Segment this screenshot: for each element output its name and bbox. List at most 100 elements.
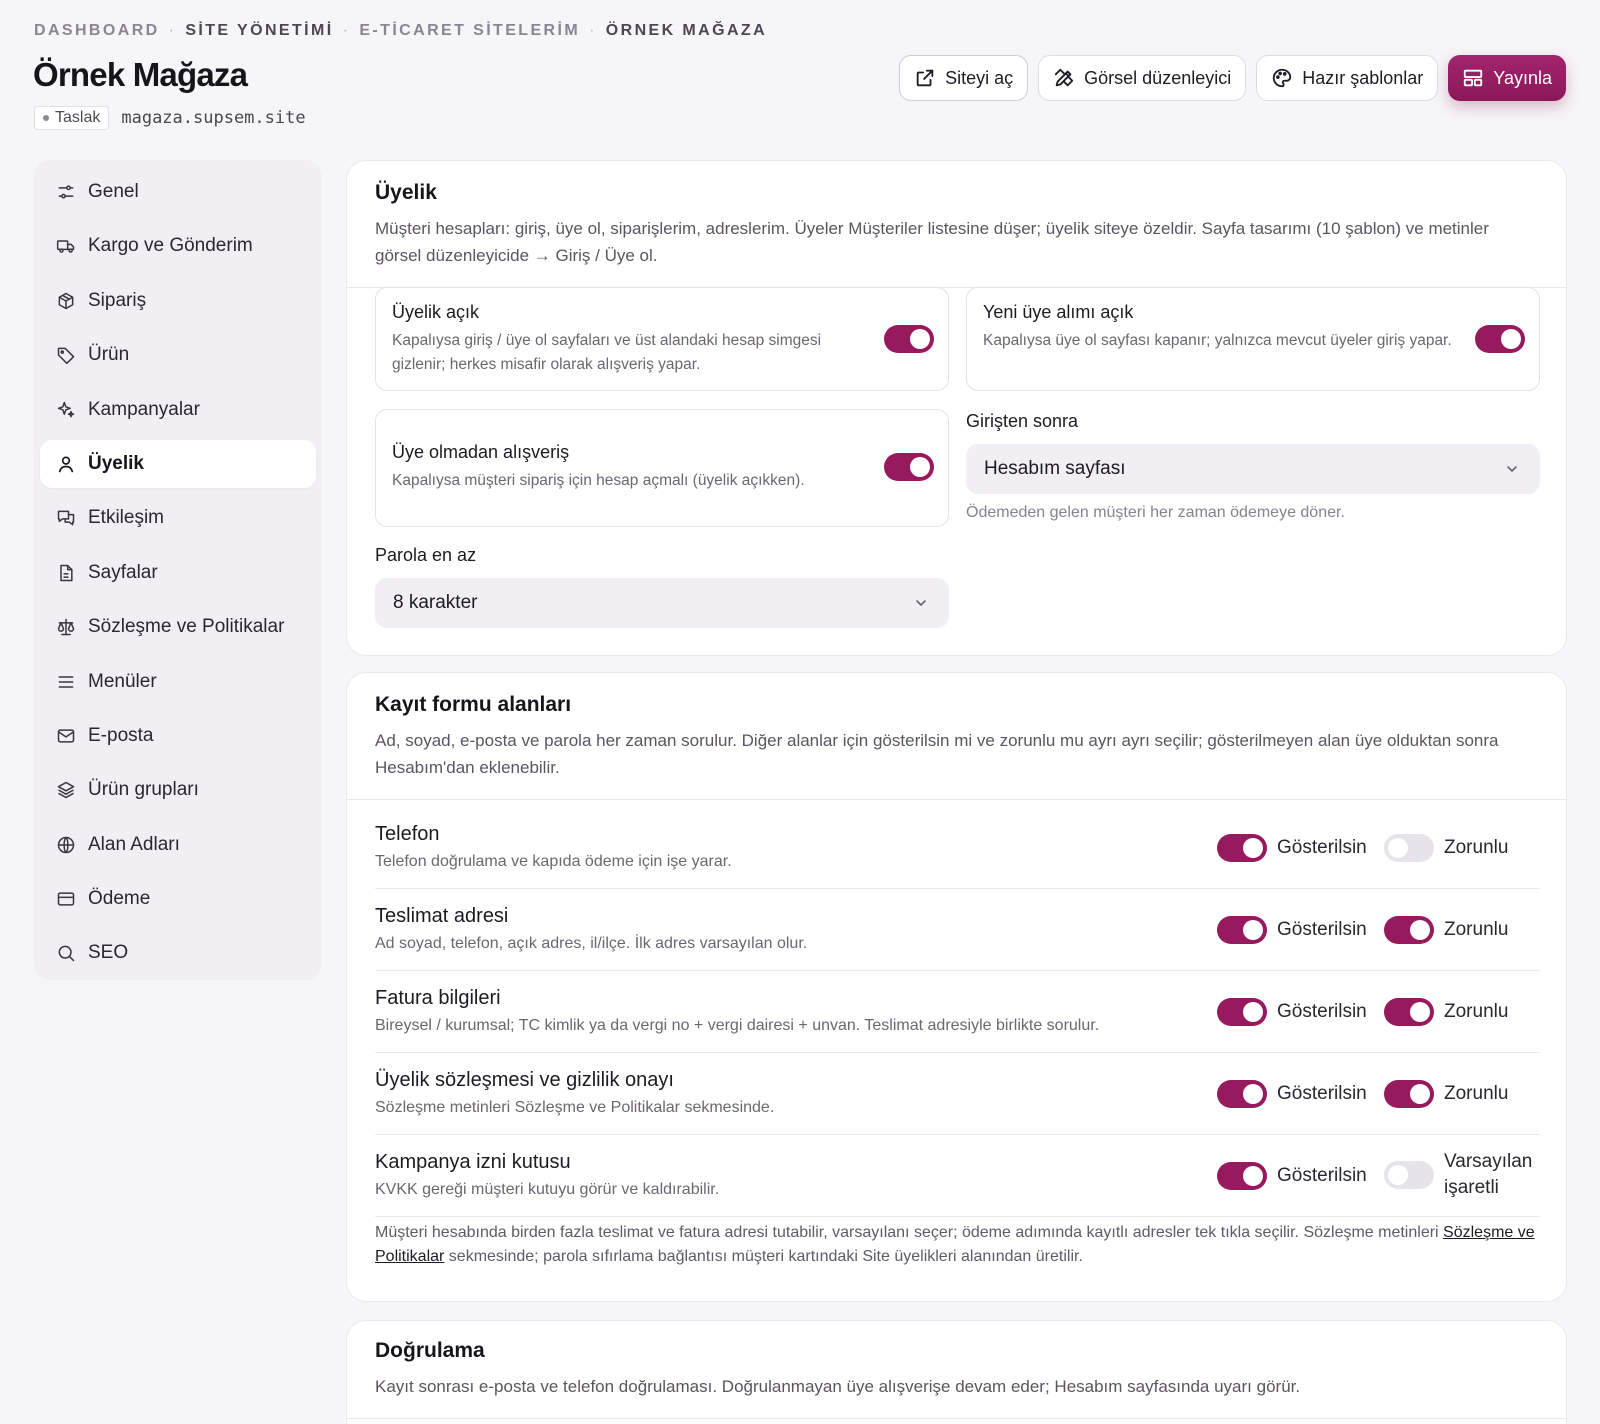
chat-icon [57, 510, 75, 526]
reg-row-teslimat: Teslimat adresi Ad soyad, telefon, açık … [375, 889, 1540, 971]
reg-row-title: Telefon [375, 823, 440, 845]
sidebar-item-eposta[interactable]: E-posta [40, 712, 316, 760]
select-value: 8 karakter [393, 592, 478, 613]
status-dot-icon [43, 115, 49, 121]
sidebar-item-menuler[interactable]: Menüler [40, 658, 316, 706]
toggle-knob [1410, 920, 1430, 940]
reg-row-fatura: Fatura bilgileri Bireysel / kurumsal; TC… [375, 971, 1540, 1053]
breadcrumb-separator: · [342, 22, 351, 39]
registration-description: Ad, soyad, e-posta ve parola her zaman s… [375, 731, 1499, 777]
toggle-knob [1243, 1084, 1263, 1104]
sidebar-item-label: Kargo ve Gönderim [88, 235, 253, 257]
breadcrumb-dashboard[interactable]: DASHBOARD [34, 22, 160, 40]
option-title: Yeni üye alımı açık [983, 302, 1134, 322]
sidebar-item-genel[interactable]: Genel [40, 168, 316, 216]
page-title: Örnek Mağaza [33, 56, 248, 93]
sidebar-item-label: Kampanyalar [88, 398, 200, 420]
reg-row-description: Bireysel / kurumsal; TC kimlik ya da ver… [375, 1017, 1100, 1034]
guest-checkout-option: Üye olmadan alışveriş Kapalıysa müşteri … [375, 409, 949, 527]
sozlesme-required-toggle[interactable] [1384, 1080, 1434, 1108]
option-title: Üye olmadan alışveriş [392, 442, 570, 462]
user-icon [58, 456, 74, 473]
sidebar-item-kampanyalar[interactable]: Kampanyalar [40, 386, 316, 434]
breadcrumb-current: ÖRNEK MAĞAZA [605, 22, 768, 39]
teslimat-required-toggle[interactable] [1384, 916, 1434, 944]
toggle-knob [1410, 1002, 1430, 1022]
sozlesme-show-toggle[interactable] [1217, 1080, 1267, 1108]
toggle-knob [1410, 1084, 1430, 1104]
publish-button[interactable]: Yayınla [1448, 55, 1566, 101]
breadcrumb-ecommerce-sites[interactable]: E-TİCARET SİTELERİM [359, 22, 580, 40]
open-site-button[interactable]: Siteyi aç [899, 55, 1029, 101]
membership-card: Üyelik Müşteri hesapları: giriş, üye ol,… [346, 160, 1567, 656]
breadcrumb-separator: · [589, 22, 597, 39]
required-label: Zorunlu [1444, 919, 1509, 940]
membership-open-toggle[interactable] [884, 325, 934, 353]
toggle-knob [1388, 838, 1408, 858]
sidebar-item-alan-adlari[interactable]: Alan Adları [40, 821, 316, 869]
templates-label: Hazır şablonlar [1302, 67, 1424, 88]
menu-icon [58, 675, 74, 688]
kampanya-show-toggle[interactable] [1217, 1162, 1267, 1190]
sidebar-item-seo[interactable]: SEO [40, 929, 316, 977]
breadcrumb-separator: · [168, 22, 177, 39]
after-login-select[interactable]: Hesabım sayfası [966, 444, 1540, 494]
required-toggle-group: Zorunlu [1384, 834, 1508, 862]
fatura-show-toggle[interactable] [1217, 998, 1267, 1026]
sidebar-item-etkilesim[interactable]: Etkileşim [40, 494, 316, 542]
visual-editor-button[interactable]: Görsel düzenleyici [1038, 55, 1247, 101]
sidebar-item-urun[interactable]: Ürün [40, 331, 316, 379]
membership-open-option: Üyelik açık Kapalıysa giriş / üye ol say… [375, 287, 949, 391]
show-label: Gösterilsin [1277, 919, 1367, 940]
breadcrumb-site-management[interactable]: SİTE YÖNETİMİ [185, 22, 333, 40]
show-label: Gösterilsin [1277, 1165, 1367, 1186]
new-members-toggle[interactable] [1475, 325, 1525, 353]
required-toggle-group: Zorunlu [1384, 1080, 1508, 1108]
show-toggle-group: Gösterilsin [1217, 1080, 1367, 1108]
sidebar-item-uyelik[interactable]: Üyelik [40, 439, 316, 488]
sliders-icon [58, 185, 74, 199]
reg-row-sozlesme: Üyelik sözleşmesi ve gizlilik onayı Sözl… [375, 1053, 1540, 1135]
sidebar-item-kargo[interactable]: Kargo ve Gönderim [40, 222, 316, 270]
sidebar-item-sozlesme[interactable]: Sözleşme ve Politikalar [40, 603, 316, 651]
guest-checkout-toggle[interactable] [884, 453, 934, 481]
mail-icon [57, 729, 75, 743]
telefon-required-toggle[interactable] [1384, 834, 1434, 862]
show-label: Gösterilsin [1277, 1083, 1367, 1104]
sidebar-item-siparis[interactable]: Sipariş [40, 277, 316, 325]
sidebar-item-odeme[interactable]: Ödeme [40, 875, 316, 923]
open-site-label: Siteyi aç [945, 67, 1014, 88]
sidebar-item-label: Ürün [88, 344, 130, 366]
verification-title: Doğrulama [375, 1339, 485, 1362]
kampanya-default-checked-toggle[interactable] [1384, 1161, 1434, 1189]
membership-title: Üyelik [375, 181, 437, 204]
sidebar-item-label: Ödeme [88, 888, 151, 910]
publish-label: Yayınla [1493, 67, 1552, 88]
templates-button[interactable]: Hazır şablonlar [1256, 55, 1439, 101]
registration-title: Kayıt formu alanları [375, 693, 572, 716]
sidebar-item-label: E-posta [88, 724, 154, 746]
status-label: Taslak [55, 109, 101, 126]
reg-row-title: Üyelik sözleşmesi ve gizlilik onayı [375, 1069, 674, 1091]
file-icon [60, 564, 73, 581]
fatura-required-toggle[interactable] [1384, 998, 1434, 1026]
sidebar-item-label: Sipariş [88, 289, 147, 311]
password-min-select[interactable]: 8 karakter [375, 578, 949, 628]
sidebar-item-label: Sayfalar [88, 561, 158, 583]
after-login-helper: Ödemeden gelen müşteri her zaman ödemeye… [966, 504, 1345, 521]
telefon-show-toggle[interactable] [1217, 834, 1267, 862]
pencil-ruler-icon [1054, 68, 1074, 87]
sidebar-item-label: Üyelik [88, 452, 144, 474]
option-description: Kapalıysa üye ol sayfası kapanır; yalnız… [983, 332, 1452, 349]
verification-description: Kayıt sonrası e-posta ve telefon doğrula… [375, 1377, 1301, 1396]
toggle-knob [1501, 329, 1521, 349]
card-icon [57, 892, 75, 906]
package-icon [58, 292, 74, 310]
toggle-knob [1243, 920, 1263, 940]
sidebar-item-sayfalar[interactable]: Sayfalar [40, 549, 316, 597]
show-toggle-group: Gösterilsin [1217, 1162, 1367, 1190]
sidebar-item-label: Ürün grupları [88, 779, 199, 801]
sidebar-item-urun-gruplari[interactable]: Ürün grupları [40, 766, 316, 814]
teslimat-show-toggle[interactable] [1217, 916, 1267, 944]
reg-row-telefon: Telefon Telefon doğrulama ve kapıda ödem… [375, 807, 1540, 889]
